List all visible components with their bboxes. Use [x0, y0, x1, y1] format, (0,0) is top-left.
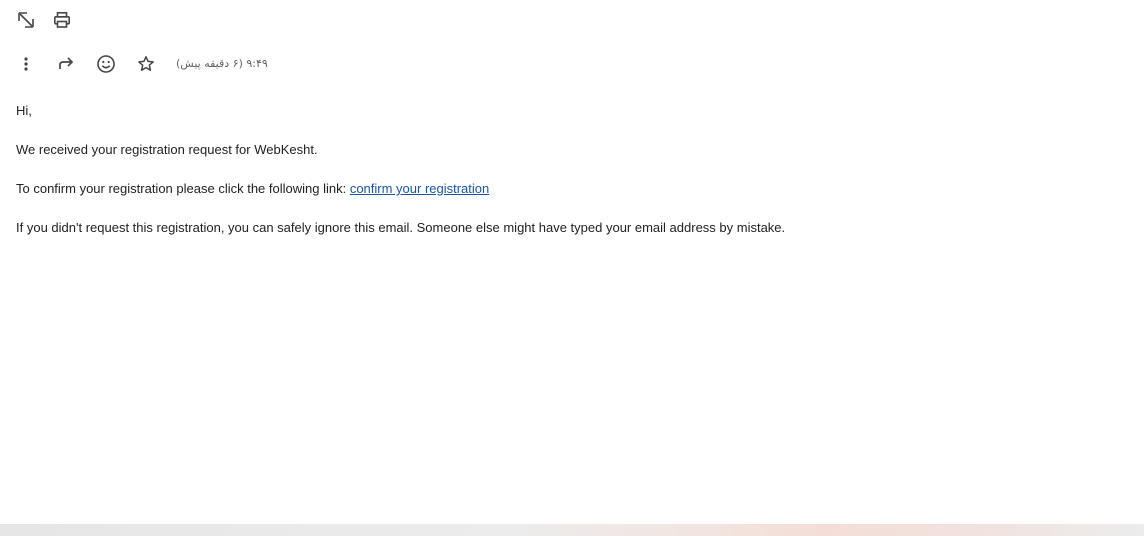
star-icon[interactable]	[134, 52, 158, 76]
registration-received-text: We received your registration request fo…	[16, 142, 318, 157]
ignore-notice-text: If you didn't request this registration,…	[16, 220, 786, 235]
emoji-reaction-icon[interactable]	[94, 52, 118, 76]
print-icon[interactable]	[50, 8, 74, 32]
confirm-instruction: To confirm your registration please clic…	[16, 181, 489, 197]
more-vert-icon[interactable]	[14, 52, 38, 76]
open-in-new-window-icon[interactable]	[14, 8, 38, 32]
email-view: ۹:۴۹ (۶ دقیقه پیش) Hi, We received your …	[0, 0, 1144, 536]
confirm-instruction-text: To confirm your registration please clic…	[16, 181, 350, 196]
greeting: Hi,	[16, 103, 32, 118]
background-strip	[0, 524, 1144, 536]
confirm-registration-link[interactable]: confirm your registration	[350, 181, 489, 196]
forward-icon[interactable]	[54, 52, 78, 76]
timestamp: ۹:۴۹ (۶ دقیقه پیش)	[176, 57, 268, 70]
